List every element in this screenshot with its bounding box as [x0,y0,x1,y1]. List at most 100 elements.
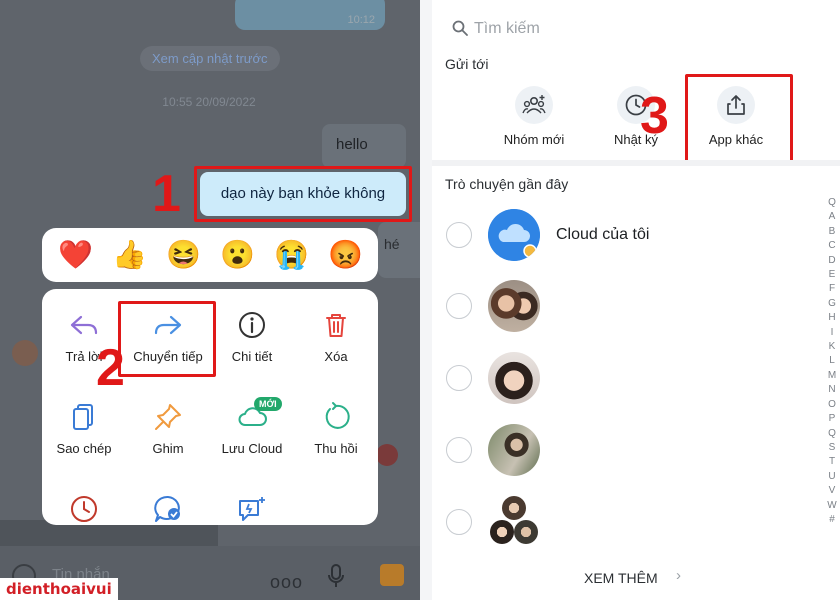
save-cloud-label: Lưu Cloud [221,441,283,456]
date-divider: 10:55 20/09/2022 [162,95,256,109]
trash-icon [326,314,346,337]
thumbs-up-reaction-icon[interactable]: 👍 [112,238,147,272]
chevron-right-icon: › [676,567,681,584]
angry-reaction-icon[interactable]: 😡 [328,238,363,272]
highlight-box-step-3 [685,74,793,163]
alphabet-letter[interactable]: P [826,412,838,426]
alphabet-letter[interactable]: W [826,499,838,513]
step-number-1: 1 [152,165,181,223]
diary-label: Nhật ký [613,132,659,147]
copy-button[interactable]: Sao chép [42,401,126,456]
alphabet-index[interactable]: Q A B C D E F G H I K L M N O P Q S T U V W # [826,196,838,527]
save-cloud-button[interactable]: MỚI Lưu Cloud [210,397,294,456]
alphabet-letter[interactable]: O [826,398,838,412]
cloud-avatar [488,209,540,261]
delete-label: Xóa [324,349,348,364]
message-bubble-hello[interactable]: hello [322,124,406,168]
highlight-box-step-2 [118,301,216,377]
alphabet-letter[interactable]: E [826,268,838,282]
alphabet-letter[interactable]: H [826,311,838,325]
alphabet-letter[interactable]: F [826,282,838,296]
search-icon [452,20,468,36]
quick-message-button[interactable] [210,493,294,525]
new-group-icon [515,86,553,124]
poll-button[interactable] [126,493,210,525]
step-number-2: 2 [96,339,125,397]
send-to-heading: Gửi tới [445,56,489,72]
alphabet-letter[interactable]: V [826,484,838,498]
alphabet-letter[interactable]: Q [826,427,838,441]
gallery-icon[interactable] [380,564,404,586]
delete-button[interactable]: Xóa [294,309,378,364]
load-previous-button[interactable]: Xem cập nhật trước [140,46,280,71]
highlight-box-step-1 [194,166,412,222]
wow-reaction-icon[interactable]: 😮 [220,238,255,272]
alphabet-letter[interactable]: D [826,254,838,268]
message-time: 10:12 [347,14,375,26]
microphone-icon[interactable] [328,564,344,588]
heart-reaction-icon[interactable]: ❤️ [58,238,93,272]
contact-avatar [488,424,540,476]
alphabet-letter[interactable]: U [826,470,838,484]
search-bar[interactable]: Tìm kiếm [432,0,840,42]
recall-icon [325,402,350,429]
alphabet-letter[interactable]: G [826,297,838,311]
alphabet-letter[interactable]: L [826,354,838,368]
reaction-bar: ❤️ 👍 😆 😮 😭 😡 [42,228,378,282]
alphabet-letter[interactable]: M [826,369,838,383]
previous-message-bubble: 10:12 [235,0,385,30]
remind-button[interactable] [42,493,126,525]
message-text: hello [336,136,368,153]
details-button[interactable]: Chi tiết [210,309,294,364]
alphabet-letter[interactable]: N [826,383,838,397]
alphabet-letter[interactable]: Q [826,196,838,210]
select-radio[interactable] [446,365,472,391]
step-number-3: 3 [640,87,669,145]
pin-button[interactable]: Ghim [126,401,210,456]
contact-row[interactable] [432,274,840,338]
laugh-reaction-icon[interactable]: 😆 [166,238,201,272]
share-sheet: Tìm kiếm Gửi tới Nhóm mới Nhật ký App kh… [432,0,840,600]
cry-reaction-icon[interactable]: 😭 [274,238,309,272]
details-label: Chi tiết [231,349,273,364]
select-radio[interactable] [446,293,472,319]
more-icon[interactable]: ooo [270,572,303,593]
chat-check-icon [154,495,180,522]
copy-label: Sao chép [56,441,112,456]
pin-label: Ghim [152,441,184,456]
recent-chats-heading: Trò chuyện gần đây [445,176,569,192]
see-more-button[interactable]: XEM THÊM [584,570,658,586]
new-group-button[interactable]: Nhóm mới [484,86,584,147]
chat-screen: 10:12 Xem cập nhật trước 10:55 20/09/202… [0,0,420,600]
recall-label: Thu hồi [314,441,358,456]
reply-icon [70,315,98,335]
copy-icon [73,404,93,430]
alphabet-letter[interactable]: # [826,513,838,527]
select-radio[interactable] [446,222,472,248]
alphabet-letter[interactable]: S [826,441,838,455]
alphabet-letter[interactable]: B [826,225,838,239]
contact-row[interactable] [432,418,840,482]
contact-row[interactable] [432,346,840,410]
alphabet-letter[interactable]: I [826,326,838,340]
alphabet-letter[interactable]: T [826,455,838,469]
group-avatar [488,496,540,548]
new-group-label: Nhóm mới [503,132,565,147]
alphabet-letter[interactable]: A [826,210,838,224]
info-icon [239,312,265,338]
message-text: hé [384,236,400,252]
contact-avatar [488,280,540,332]
select-radio[interactable] [446,509,472,535]
contact-name: Cloud của tôi [556,226,650,243]
alphabet-letter[interactable]: K [826,340,838,354]
clock-icon [71,496,97,522]
recall-button[interactable]: Thu hồi [294,401,378,456]
partial-message-bubble: hé [378,222,420,278]
search-input[interactable]: Tìm kiếm [474,20,540,38]
new-badge: MỚI [254,397,282,411]
alphabet-letter[interactable]: C [826,239,838,253]
contact-row-group[interactable] [432,490,840,554]
diary-button[interactable]: Nhật ký [586,86,686,147]
select-radio[interactable] [446,437,472,463]
contact-row-cloud[interactable]: Cloud của tôi [432,203,840,267]
